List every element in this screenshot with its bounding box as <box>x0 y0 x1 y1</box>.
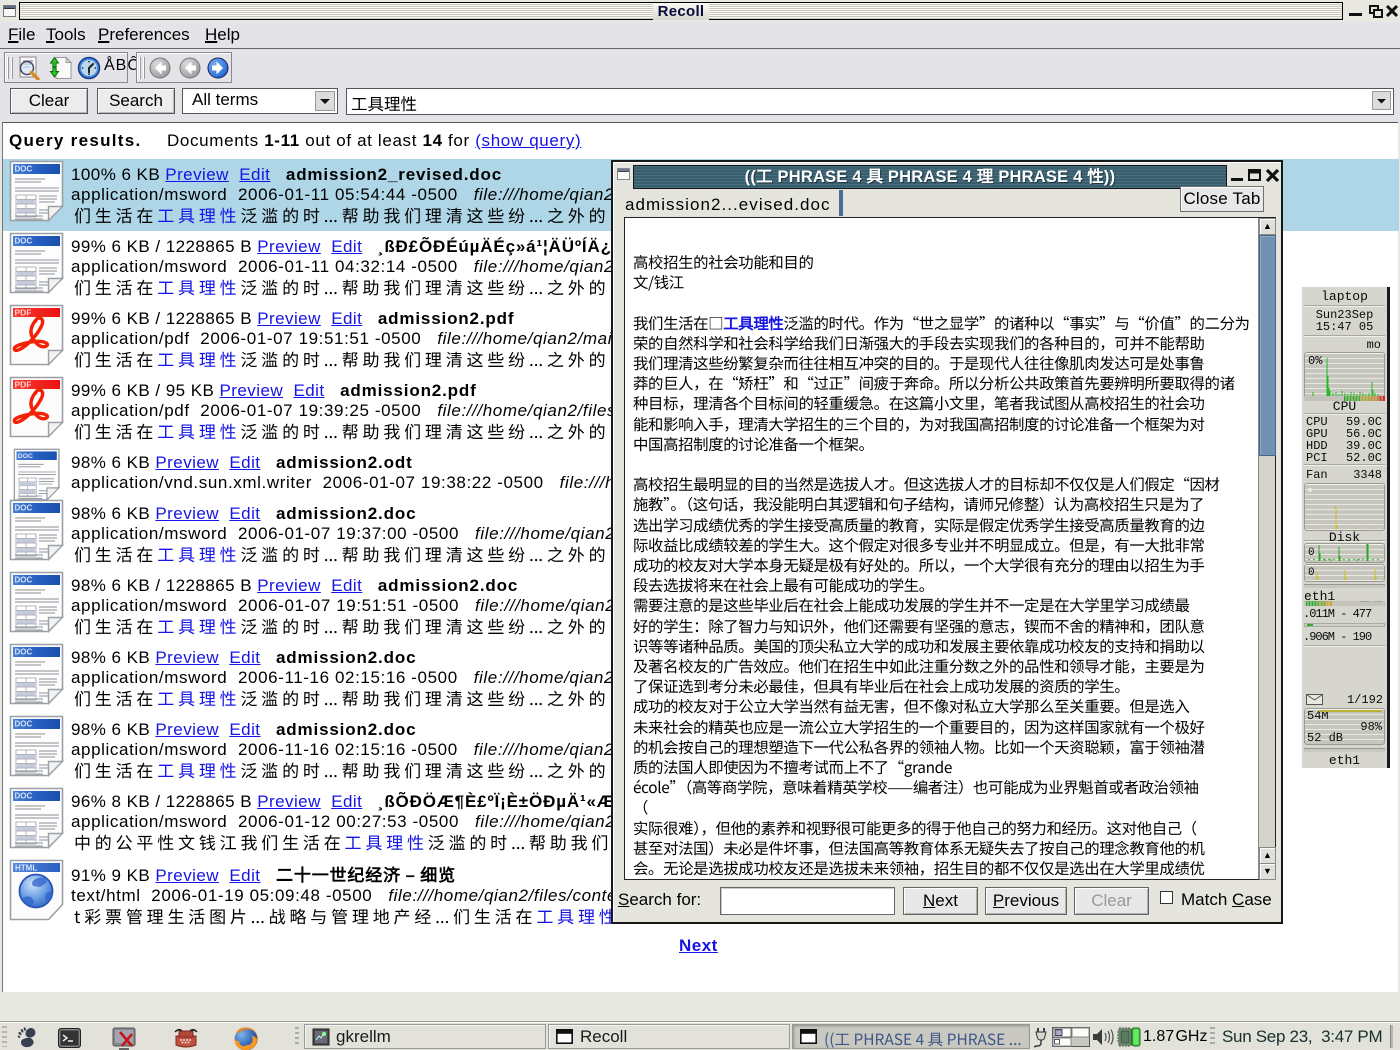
svg-text:DOC: DOC <box>15 720 33 729</box>
svg-text:DOC: DOC <box>15 504 33 513</box>
svg-text:PDF: PDF <box>15 380 32 390</box>
svg-text:DOC: DOC <box>15 648 33 657</box>
svg-text:DOC: DOC <box>15 792 33 801</box>
svg-text:DOC: DOC <box>15 165 33 174</box>
svg-text:HTML: HTML <box>15 864 37 873</box>
svg-text:DOC: DOC <box>15 576 33 585</box>
svg-text:DOC: DOC <box>15 237 33 246</box>
svg-text:PDF: PDF <box>15 308 32 318</box>
svg-text:DOC: DOC <box>18 453 33 460</box>
